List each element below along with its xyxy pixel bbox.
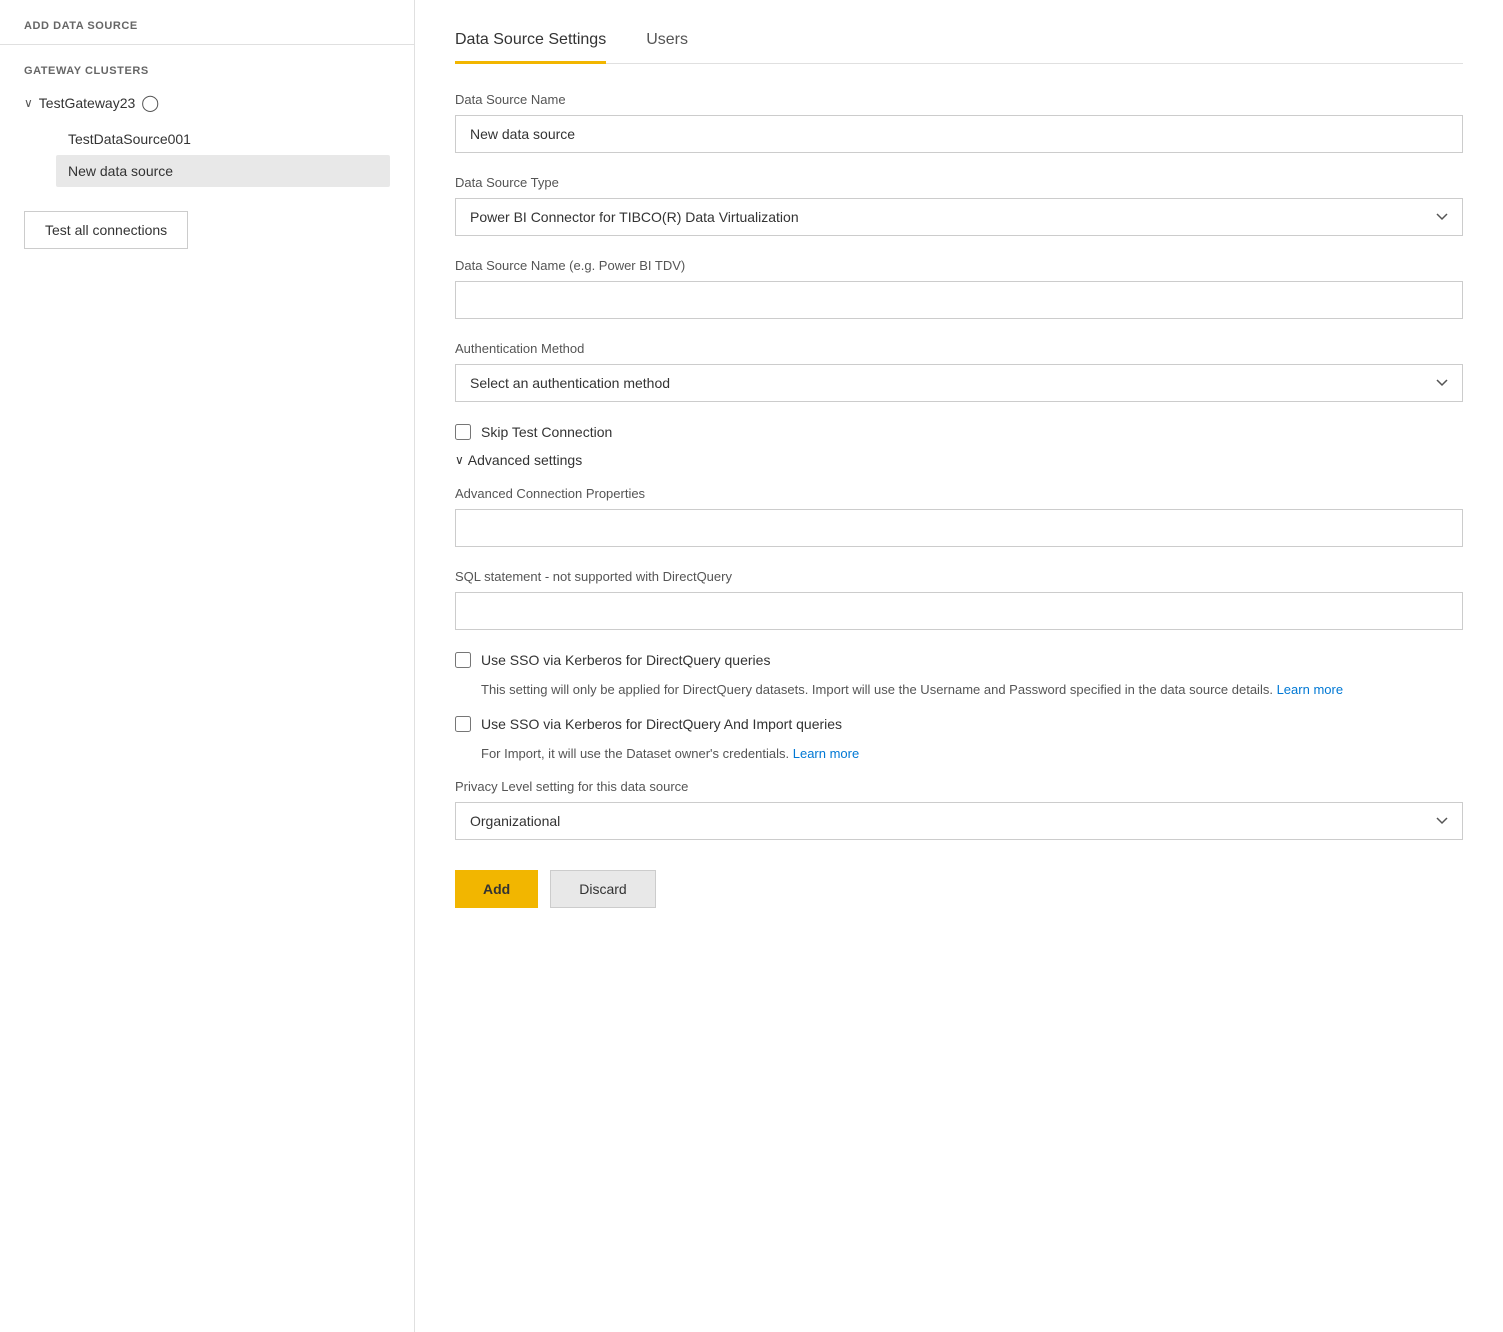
adv-conn-properties-label: Advanced Connection Properties <box>455 486 1463 501</box>
datasource-type-label: Data Source Type <box>455 175 1463 190</box>
auth-method-label: Authentication Method <box>455 341 1463 356</box>
auth-method-group: Authentication Method Select an authenti… <box>455 341 1463 402</box>
sso-kerberos-dq-group: Use SSO via Kerberos for DirectQuery que… <box>455 652 1463 668</box>
sidebar: ADD DATA SOURCE GATEWAY CLUSTERS ∨ TestG… <box>0 0 415 1332</box>
sso-kerberos-dq-learn-more-link[interactable]: Learn more <box>1277 682 1343 697</box>
skip-test-connection-checkbox[interactable] <box>455 424 471 440</box>
datasource-list: TestDataSource001 New data source <box>24 123 390 187</box>
datasource-name-group: Data Source Name <box>455 92 1463 153</box>
main-content: Data Source Settings Users Data Source N… <box>415 0 1503 1332</box>
datasource-type-group: Data Source Type Power BI Connector for … <box>455 175 1463 236</box>
gateway-clusters-label: GATEWAY CLUSTERS <box>24 65 390 77</box>
advanced-settings-toggle[interactable]: ∨ Advanced settings <box>455 452 1463 468</box>
sso-kerberos-import-label[interactable]: Use SSO via Kerberos for DirectQuery And… <box>481 716 842 732</box>
sql-statement-label: SQL statement - not supported with Direc… <box>455 569 1463 584</box>
datasource-name-input[interactable] <box>455 115 1463 153</box>
sidebar-actions: Test all connections <box>0 187 414 273</box>
sso-kerberos-import-info-text: For Import, it will use the Dataset owne… <box>481 746 789 761</box>
discard-button[interactable]: Discard <box>550 870 655 908</box>
datasource-name-label: Data Source Name <box>455 92 1463 107</box>
datasource-type-select[interactable]: Power BI Connector for TIBCO(R) Data Vir… <box>455 198 1463 236</box>
form-actions: Add Discard <box>455 870 1463 948</box>
sso-kerberos-dq-info: This setting will only be applied for Di… <box>481 680 1463 700</box>
datasource-name2-input[interactable] <box>455 281 1463 319</box>
sso-kerberos-import-group: Use SSO via Kerberos for DirectQuery And… <box>455 716 1463 732</box>
sso-kerberos-dq-info-text: This setting will only be applied for Di… <box>481 682 1273 697</box>
sso-kerberos-import-checkbox[interactable] <box>455 716 471 732</box>
auth-method-select[interactable]: Select an authentication method <box>455 364 1463 402</box>
datasource-name2-label: Data Source Name (e.g. Power BI TDV) <box>455 258 1463 273</box>
datasource-name2-group: Data Source Name (e.g. Power BI TDV) <box>455 258 1463 319</box>
sql-statement-input[interactable] <box>455 592 1463 630</box>
tab-data-source-settings[interactable]: Data Source Settings <box>455 21 606 64</box>
gateway-clusters-section: GATEWAY CLUSTERS ∨ TestGateway23 ◯ TestD… <box>0 45 414 187</box>
sso-kerberos-dq-label[interactable]: Use SSO via Kerberos for DirectQuery que… <box>481 652 770 668</box>
sso-kerberos-dq-checkbox[interactable] <box>455 652 471 668</box>
skip-test-connection-group: Skip Test Connection <box>455 424 1463 440</box>
privacy-level-select[interactable]: None Private Organizational Public <box>455 802 1463 840</box>
adv-conn-properties-group: Advanced Connection Properties <box>455 486 1463 547</box>
gateway-item-testgateway23[interactable]: ∨ TestGateway23 ◯ <box>24 87 390 119</box>
skip-test-connection-label[interactable]: Skip Test Connection <box>481 424 612 440</box>
test-all-connections-button[interactable]: Test all connections <box>24 211 188 249</box>
datasource-item-new-data-source[interactable]: New data source <box>56 155 390 187</box>
adv-conn-properties-input[interactable] <box>455 509 1463 547</box>
tabs-container: Data Source Settings Users <box>455 20 1463 64</box>
privacy-level-group: Privacy Level setting for this data sour… <box>455 779 1463 840</box>
sso-kerberos-import-learn-more-link[interactable]: Learn more <box>793 746 859 761</box>
datasource-item-testdatasource001[interactable]: TestDataSource001 <box>56 123 390 155</box>
advanced-settings-label: Advanced settings <box>468 452 582 468</box>
sso-kerberos-import-info: For Import, it will use the Dataset owne… <box>481 744 1463 764</box>
add-data-source-header: ADD DATA SOURCE <box>0 20 414 45</box>
tab-users[interactable]: Users <box>646 21 688 64</box>
advanced-settings-chevron-icon: ∨ <box>455 453 464 467</box>
gateway-chevron-icon: ∨ <box>24 96 33 110</box>
privacy-level-label: Privacy Level setting for this data sour… <box>455 779 1463 794</box>
add-button[interactable]: Add <box>455 870 538 908</box>
sql-statement-group: SQL statement - not supported with Direc… <box>455 569 1463 630</box>
gateway-name-label: TestGateway23 <box>39 95 136 111</box>
upload-icon: ◯ <box>141 93 159 113</box>
